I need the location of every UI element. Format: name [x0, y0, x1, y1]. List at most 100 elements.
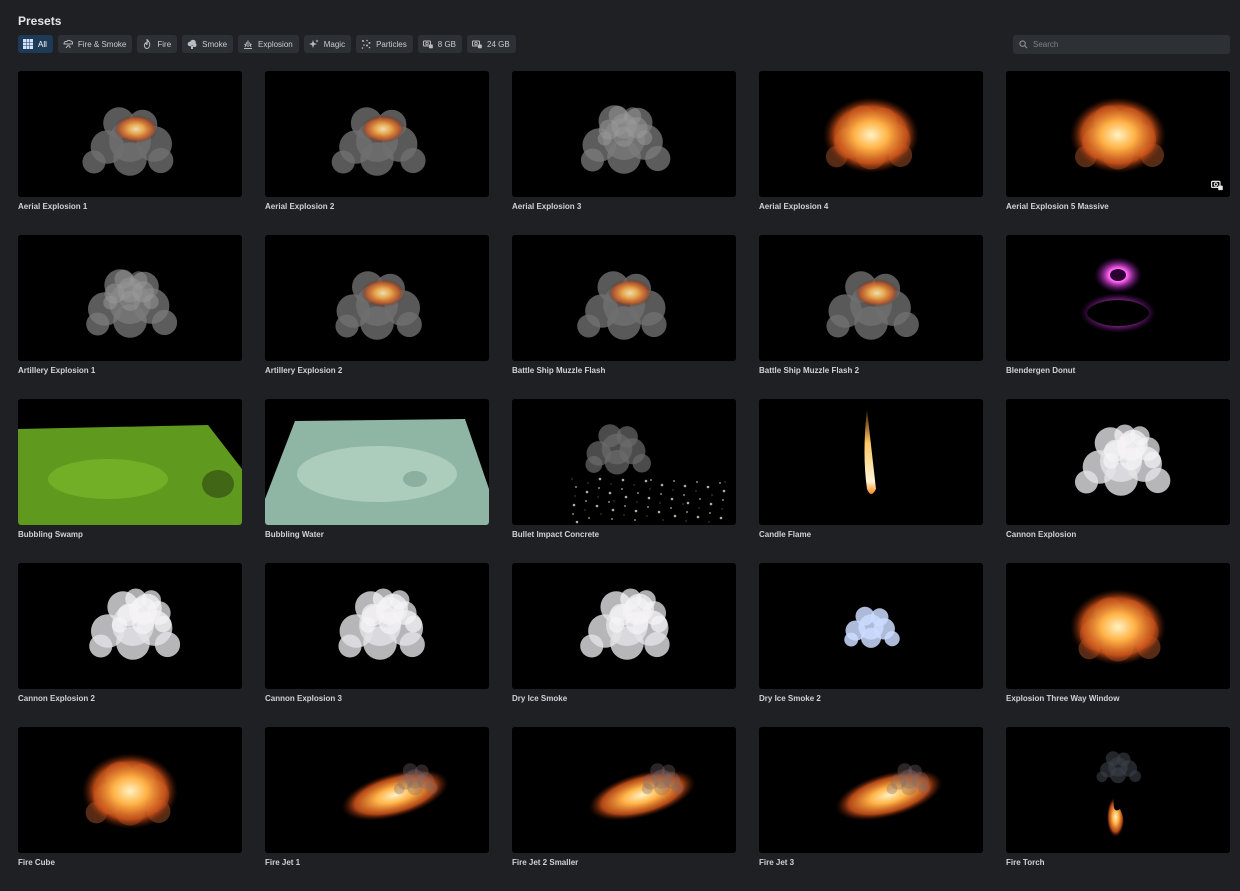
preset-thumbnail[interactable]: [512, 727, 736, 853]
preset-thumbnail[interactable]: [1006, 235, 1230, 361]
preset-grid: Aerial Explosion 1 Aerial Explosion 2 Aeri…: [18, 71, 1230, 891]
preset-thumbnail[interactable]: [512, 71, 736, 197]
preview-image: [759, 235, 983, 361]
preset-thumbnail[interactable]: [1006, 399, 1230, 525]
preview-image: [512, 71, 736, 197]
preset-thumbnail[interactable]: [759, 71, 983, 197]
preset-label: Candle Flame: [759, 530, 812, 539]
preset-thumbnail[interactable]: [265, 399, 489, 525]
preset-card[interactable]: Cannon Explosion 3: [265, 563, 489, 727]
preset-card[interactable]: Battle Ship Muzzle Flash 2: [759, 235, 983, 399]
search-input[interactable]: [1033, 40, 1213, 49]
filter-chip-magic[interactable]: Magic: [303, 35, 352, 53]
particles-icon: [361, 39, 371, 49]
preset-card[interactable]: Dry Ice Smoke: [512, 563, 736, 727]
filter-chip-label: Magic: [323, 39, 346, 49]
preview-image: [265, 563, 489, 689]
filter-bar: All Fire & Smoke Fire Smoke Explosion Magic Pa…: [18, 35, 516, 53]
preset-thumbnail[interactable]: [18, 399, 242, 525]
filter-chip-8-gb[interactable]: 8 GB: [417, 35, 462, 53]
preset-thumbnail[interactable]: [265, 727, 489, 853]
filter-chip-label: Particles: [376, 39, 407, 49]
preset-label: Bullet Impact Concrete: [512, 530, 600, 539]
preset-thumbnail[interactable]: [512, 563, 736, 689]
preset-thumbnail[interactable]: [512, 399, 736, 525]
preset-card[interactable]: Fire Torch: [1006, 727, 1230, 891]
preset-card[interactable]: Blendergen Donut: [1006, 235, 1230, 399]
preset-thumbnail[interactable]: [265, 71, 489, 197]
preset-thumbnail[interactable]: [1006, 727, 1230, 853]
preset-card[interactable]: Explosion Three Way Window: [1006, 563, 1230, 727]
filter-chip-smoke[interactable]: Smoke: [182, 35, 234, 53]
preview-image: [265, 235, 489, 361]
preset-thumbnail[interactable]: [759, 235, 983, 361]
preview-image: [1006, 235, 1230, 361]
preset-card[interactable]: Bullet Impact Concrete: [512, 399, 736, 563]
preset-label: Fire Cube: [18, 858, 55, 867]
filter-chip-all[interactable]: All: [18, 35, 53, 53]
preset-card[interactable]: Bubbling Swamp: [18, 399, 242, 563]
preset-card[interactable]: Fire Jet 3: [759, 727, 983, 891]
preset-thumbnail[interactable]: [265, 235, 489, 361]
preset-label: Artillery Explosion 2: [265, 366, 343, 375]
preset-card[interactable]: Aerial Explosion 1: [18, 71, 242, 235]
preview-image: [265, 727, 489, 853]
preset-card[interactable]: Aerial Explosion 2: [265, 71, 489, 235]
preset-thumbnail[interactable]: [1006, 71, 1230, 197]
preset-card[interactable]: Artillery Explosion 2: [265, 235, 489, 399]
gpu-memory-icon: [472, 40, 482, 49]
preset-card[interactable]: Fire Jet 2 Smaller: [512, 727, 736, 891]
filter-chip-label: Fire: [157, 39, 172, 49]
preset-thumbnail[interactable]: [18, 71, 242, 197]
preview-image: [18, 235, 242, 361]
filter-chip-label: Smoke: [202, 39, 228, 49]
search-icon: [1019, 40, 1028, 49]
preview-image: [1006, 399, 1230, 525]
preset-label: Aerial Explosion 3: [512, 202, 582, 211]
preset-thumbnail[interactable]: [759, 399, 983, 525]
preset-label: Aerial Explosion 1: [18, 202, 88, 211]
preset-label: Explosion Three Way Window: [1006, 694, 1120, 703]
preview-image: [512, 727, 736, 853]
preset-thumbnail[interactable]: [1006, 563, 1230, 689]
filter-chip-label: All: [38, 39, 47, 49]
preview-image: [18, 399, 242, 525]
preset-thumbnail[interactable]: [18, 563, 242, 689]
preset-thumbnail[interactable]: [265, 563, 489, 689]
filter-chip-explosion[interactable]: Explosion: [238, 35, 299, 53]
preview-image: [759, 727, 983, 853]
preset-card[interactable]: Aerial Explosion 5 Massive: [1006, 71, 1230, 235]
filter-chip-fire[interactable]: Fire: [137, 35, 178, 53]
sparkle-icon: [308, 39, 319, 48]
preset-label: Fire Jet 3: [759, 858, 795, 867]
preview-image: [759, 563, 983, 689]
search-box[interactable]: [1013, 35, 1230, 54]
preset-thumbnail[interactable]: [18, 727, 242, 853]
preset-label: Bubbling Water: [265, 530, 324, 539]
preset-label: Battle Ship Muzzle Flash: [512, 366, 606, 375]
preview-image: [512, 235, 736, 361]
filter-chip-24-gb[interactable]: 24 GB: [467, 35, 516, 53]
preset-card[interactable]: Artillery Explosion 1: [18, 235, 242, 399]
filter-chip-fire-smoke[interactable]: Fire & Smoke: [57, 35, 133, 53]
preset-card[interactable]: Cannon Explosion 2: [18, 563, 242, 727]
preset-label: Fire Torch: [1006, 858, 1045, 867]
preset-card[interactable]: Candle Flame: [759, 399, 983, 563]
preset-thumbnail[interactable]: [759, 563, 983, 689]
filter-chip-particles[interactable]: Particles: [356, 35, 413, 53]
preview-image: [1006, 727, 1230, 853]
preset-label: Aerial Explosion 2: [265, 202, 335, 211]
preset-thumbnail[interactable]: [18, 235, 242, 361]
preset-card[interactable]: Bubbling Water: [265, 399, 489, 563]
preset-card[interactable]: Aerial Explosion 4: [759, 71, 983, 235]
preset-card[interactable]: Battle Ship Muzzle Flash: [512, 235, 736, 399]
preset-card[interactable]: Aerial Explosion 3: [512, 71, 736, 235]
preset-thumbnail[interactable]: [759, 727, 983, 853]
preset-card[interactable]: Fire Cube: [18, 727, 242, 891]
preset-card[interactable]: Fire Jet 1: [265, 727, 489, 891]
preset-thumbnail[interactable]: [512, 235, 736, 361]
preset-label: Aerial Explosion 5 Massive: [1006, 202, 1109, 211]
preset-label: Cannon Explosion 3: [265, 694, 342, 703]
preset-card[interactable]: Cannon Explosion: [1006, 399, 1230, 563]
preset-card[interactable]: Dry Ice Smoke 2: [759, 563, 983, 727]
